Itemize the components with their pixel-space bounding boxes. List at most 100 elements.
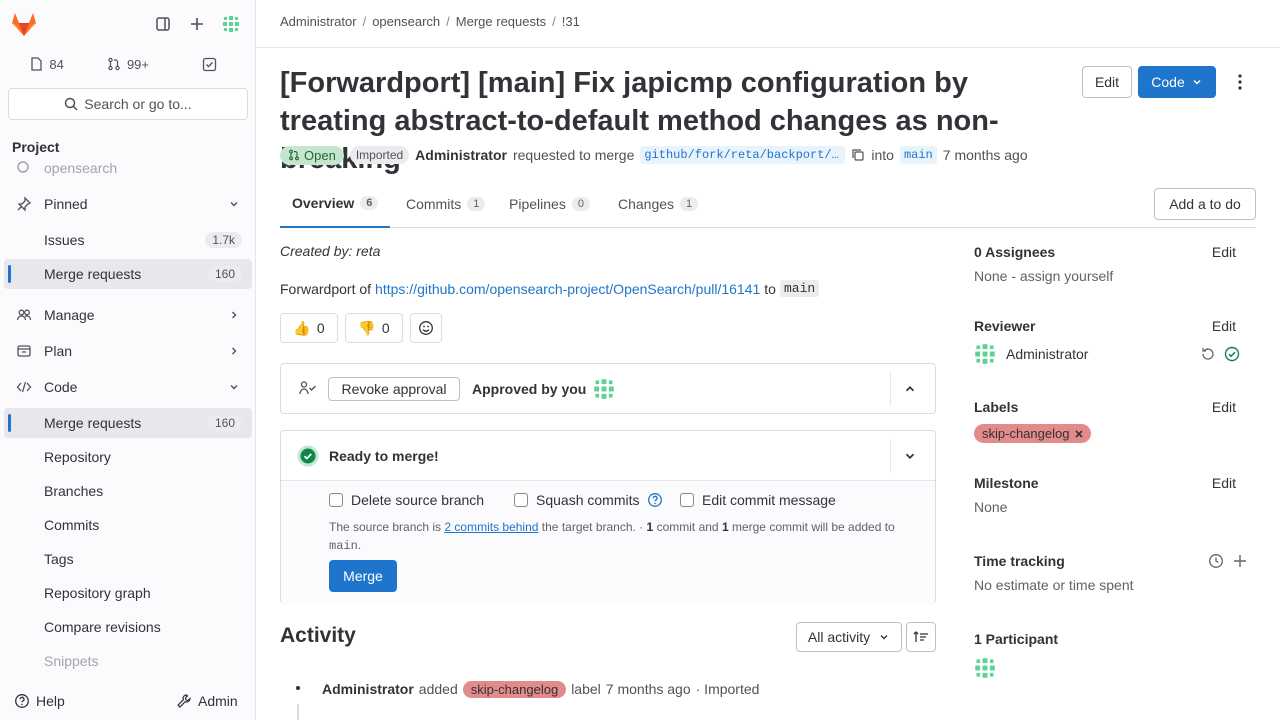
edit-commit-message-checkbox[interactable]: Edit commit message — [680, 492, 836, 508]
add-time-icon[interactable] — [1232, 553, 1248, 569]
sidebar-toggle-icon[interactable] — [148, 10, 178, 38]
chevron-down-icon[interactable] — [903, 449, 917, 463]
tab-count: 0 — [571, 196, 590, 211]
breadcrumb-item[interactable]: Merge requests — [456, 14, 546, 29]
help-icon[interactable] — [647, 492, 663, 508]
label-chip[interactable]: skip-changelog — [974, 424, 1092, 443]
tab-commits[interactable]: Commits 1 — [394, 180, 497, 227]
code-icon — [16, 379, 32, 395]
sort-direction-icon[interactable] — [906, 622, 936, 652]
participant-avatar[interactable] — [974, 657, 996, 679]
success-check-icon — [297, 445, 319, 467]
more-actions-icon[interactable] — [1224, 66, 1256, 98]
description-body: Forwardport of https://github.com/opense… — [280, 280, 820, 297]
revoke-approval-button[interactable]: Revoke approval — [328, 377, 460, 401]
chevron-up-icon[interactable] — [903, 382, 917, 396]
target-branch[interactable]: main — [899, 146, 937, 164]
admin-icon — [177, 694, 191, 708]
author-link[interactable]: Administrator — [415, 147, 507, 163]
imported-badge: Imported — [349, 146, 410, 164]
assignees-edit-button[interactable]: Edit — [1212, 244, 1236, 260]
help-label: Help — [36, 693, 65, 709]
sidebar-item-branches[interactable]: Branches — [4, 476, 252, 506]
sidebar-item-merge-requests-pinned[interactable]: Merge requests 160 — [4, 259, 252, 289]
chevron-down-icon — [228, 381, 240, 393]
users-icon — [16, 307, 32, 323]
filter-label: All activity — [807, 629, 871, 645]
sidebar-item-manage[interactable]: Manage — [4, 300, 252, 330]
activity-label-chip[interactable]: skip-changelog — [462, 680, 567, 698]
reviewer-name[interactable]: Administrator — [1006, 346, 1088, 362]
thumbs-up-button[interactable]: 👍 0 — [280, 313, 338, 343]
todo-icon — [202, 57, 216, 71]
reviewer-edit-button[interactable]: Edit — [1212, 318, 1236, 334]
commits-behind-link[interactable]: 2 commits behind — [444, 520, 538, 534]
sidebar-item-code[interactable]: Code — [4, 372, 252, 402]
search-button[interactable]: Search or go to... — [8, 88, 248, 120]
requested-text: requested to merge — [512, 147, 635, 163]
sidebar-item-label: Merge requests — [44, 266, 142, 282]
merge-requests-counter[interactable]: 99+ — [87, 48, 168, 80]
sidebar-item-merge-requests[interactable]: Merge requests 160 — [4, 408, 252, 438]
create-new-icon[interactable] — [182, 10, 212, 38]
source-branch[interactable]: github/fork/reta/backport/backport-16141… — [640, 146, 846, 164]
activity-author[interactable]: Administrator — [322, 681, 414, 697]
gitlab-logo-icon[interactable] — [8, 8, 40, 40]
sidebar-item-snippets[interactable]: Snippets — [4, 646, 252, 676]
sidebar-item-label: Tags — [44, 551, 74, 567]
sidebar-item-repository[interactable]: Repository — [4, 442, 252, 472]
assignees-value[interactable]: None - assign yourself — [974, 268, 1252, 284]
merge-requests-count: 99+ — [126, 56, 150, 72]
admin-button[interactable]: Admin — [176, 688, 238, 714]
tab-pipelines[interactable]: Pipelines 0 — [497, 180, 602, 227]
sidebar-item-label: Merge requests — [44, 415, 142, 431]
breadcrumb-item[interactable]: opensearch — [372, 14, 440, 29]
milestone-edit-button[interactable]: Edit — [1212, 475, 1236, 491]
pr-link[interactable]: https://github.com/opensearch-project/Op… — [375, 281, 760, 297]
sidebar-item-compare-revisions[interactable]: Compare revisions — [4, 612, 252, 642]
sidebar-item-plan[interactable]: Plan — [4, 336, 252, 366]
tab-overview[interactable]: Overview 6 — [280, 180, 391, 228]
breadcrumb-item[interactable]: Administrator — [280, 14, 357, 29]
chevron-down-icon — [228, 198, 240, 210]
help-button[interactable]: Help — [14, 688, 65, 714]
edit-button[interactable]: Edit — [1082, 66, 1132, 98]
delete-source-branch-checkbox[interactable]: Delete source branch — [329, 492, 484, 508]
sidebar-item-label: Snippets — [44, 653, 99, 669]
code-dropdown-button[interactable]: Code — [1138, 66, 1216, 98]
approved-check-icon — [1224, 346, 1240, 362]
sidebar-item-commits[interactable]: Commits — [4, 510, 252, 540]
add-reaction-button[interactable] — [410, 313, 442, 343]
issues-icon — [31, 57, 43, 71]
activity-filter-dropdown[interactable]: All activity — [796, 622, 902, 652]
user-avatar[interactable] — [216, 10, 246, 38]
merge-button[interactable]: Merge — [329, 560, 397, 592]
time-tracking-report-icon[interactable] — [1208, 553, 1224, 569]
remove-label-icon[interactable] — [1075, 429, 1084, 438]
thumbs-down-button[interactable]: 👎 0 — [345, 313, 403, 343]
add-todo-button[interactable]: Add a to do — [1154, 188, 1256, 220]
sidebar-project-link[interactable]: opensearch — [4, 156, 252, 180]
milestone-section: Milestone Edit None — [974, 475, 1252, 515]
labels-edit-button[interactable]: Edit — [1212, 399, 1236, 415]
thumbs-down-count: 0 — [381, 320, 390, 336]
copy-branch-icon[interactable] — [851, 148, 865, 162]
milestone-title: Milestone — [974, 475, 1039, 491]
sidebar-item-repository-graph[interactable]: Repository graph — [4, 578, 252, 608]
to-text: to — [764, 280, 776, 297]
help-icon — [15, 694, 29, 708]
admin-label: Admin — [198, 693, 238, 709]
approval-card: Revoke approval Approved by you — [280, 363, 936, 414]
tab-changes[interactable]: Changes 1 — [606, 180, 710, 227]
sidebar-pinned-toggle[interactable]: Pinned — [4, 189, 252, 219]
breadcrumb-item[interactable]: !31 — [562, 14, 580, 29]
sidebar-item-label: Manage — [44, 307, 95, 323]
issues-counter[interactable]: 84 — [6, 48, 87, 80]
sidebar-item-issues[interactable]: Issues 1.7k — [4, 225, 252, 255]
sidebar-item-tags[interactable]: Tags — [4, 544, 252, 574]
todos-counter[interactable] — [169, 48, 250, 80]
tab-label: Commits — [406, 195, 462, 212]
squash-commits-checkbox[interactable]: Squash commits — [514, 492, 663, 508]
chevron-right-icon — [228, 345, 240, 357]
rerequest-review-icon[interactable] — [1200, 346, 1216, 362]
